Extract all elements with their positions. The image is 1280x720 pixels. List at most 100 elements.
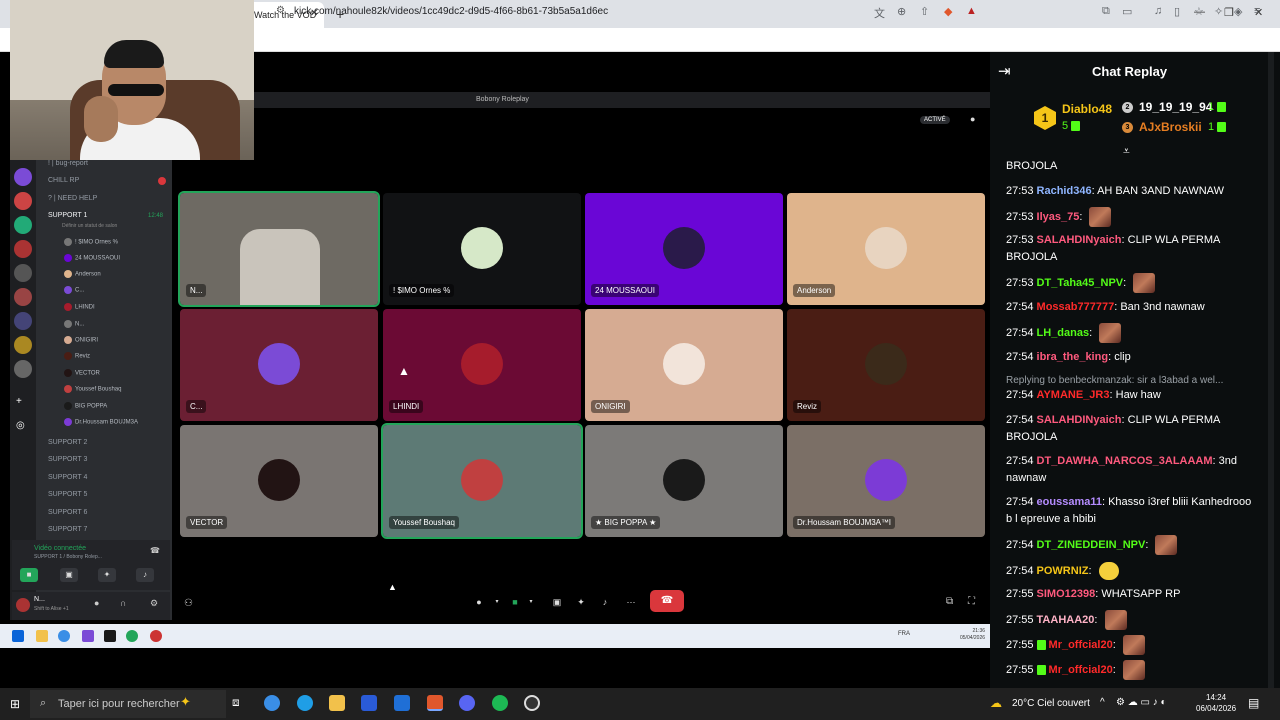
vpn-icon[interactable]: ◈ — [1234, 5, 1242, 18]
obs-icon[interactable] — [524, 695, 540, 711]
windows-start-icon[interactable] — [12, 630, 24, 642]
popout-icon[interactable]: ⧉ — [946, 596, 953, 607]
channel-support-1[interactable]: SUPPORT 1 — [48, 212, 87, 219]
chat-username[interactable]: Mossab777777 — [1037, 301, 1115, 313]
server-icon[interactable] — [14, 264, 32, 282]
site-info-icon[interactable]: ⚙ — [276, 5, 285, 16]
channel-need-help[interactable]: ? | NEED HELP — [48, 195, 97, 202]
brave-icon[interactable] — [427, 695, 443, 711]
share-icon[interactable]: ⇧ — [920, 5, 929, 18]
server-icon[interactable] — [14, 168, 32, 186]
restore-icon[interactable]: ❐ — [1224, 6, 1234, 19]
video-tile[interactable]: 24 MOUSSAOUI — [585, 193, 783, 305]
chat-bubble-icon[interactable]: ● — [970, 114, 975, 124]
chat-username[interactable]: TAAHAA20 — [1037, 614, 1095, 626]
chat-username[interactable]: POWRNIZ — [1037, 565, 1089, 577]
activities-button[interactable]: ✦ — [98, 568, 116, 582]
spotify-icon[interactable] — [492, 695, 508, 711]
chat-username[interactable]: SIMO12398 — [1037, 588, 1096, 600]
fullscreen-icon[interactable]: ⛶ — [968, 596, 975, 607]
sidebar-icon[interactable]: ▯ — [1174, 5, 1180, 18]
edge-icon[interactable] — [297, 695, 313, 711]
server-icon[interactable] — [14, 360, 32, 378]
hang-up-button[interactable]: ☎ — [650, 590, 684, 612]
voice-member[interactable]: 24 MOUSSAOUI — [64, 254, 120, 262]
chevron-down-icon[interactable]: ▾ — [488, 594, 506, 610]
chrome-icon[interactable] — [58, 630, 70, 642]
task-view-icon[interactable]: ⧈ — [232, 695, 248, 711]
file-explorer-icon[interactable] — [329, 695, 345, 711]
video-tile[interactable]: Reviz — [787, 309, 985, 421]
chat-username[interactable]: SALAHDINyaich — [1037, 414, 1122, 426]
chat-username[interactable]: Mr_offcial20 — [1049, 664, 1113, 676]
chat-username[interactable]: LH_danas — [1037, 327, 1090, 339]
chat-username[interactable]: Rachid346 — [1037, 185, 1092, 197]
voice-member[interactable]: LHINDI — [64, 303, 95, 311]
voice-member[interactable]: Reviz — [64, 352, 90, 360]
channel-support-2[interactable]: SUPPORT 2 — [48, 439, 87, 446]
soundboard-button[interactable]: ♪ — [136, 568, 154, 582]
video-tile[interactable]: ONIGIRI — [585, 309, 783, 421]
voice-member[interactable]: BIG POPPA — [64, 402, 107, 410]
voice-member[interactable]: ONIGIRI — [64, 336, 98, 344]
mic-toggle-button[interactable]: ● — [470, 594, 488, 610]
video-tile[interactable]: VECTOR — [180, 425, 378, 537]
voice-member[interactable]: ! $IMO Ornes % — [64, 238, 118, 246]
chevron-up-icon[interactable]: ^ — [1100, 697, 1105, 708]
add-people-icon[interactable]: ⚇ — [184, 598, 193, 609]
address-bar[interactable]: kick.com/nahoule82k/videos/1cc49dc2-d9d5… — [294, 6, 608, 17]
video-tile[interactable]: ! $IMO Ornes % — [383, 193, 581, 305]
channel-status[interactable]: Définir un statut de salon — [62, 223, 117, 229]
camera-button[interactable]: ■ — [20, 568, 38, 582]
settings-icon[interactable]: ⚙ — [150, 598, 158, 609]
add-server-icon[interactable]: + — [16, 396, 22, 407]
chat-username[interactable]: DT_Taha45_NPV — [1037, 277, 1124, 289]
chat-username[interactable]: AYMANE_JR3 — [1037, 389, 1110, 401]
video-tile[interactable]: Youssef Boushaq — [381, 423, 583, 539]
ai-icon[interactable]: ✧ — [1214, 5, 1223, 18]
expand-leaderboard-icon[interactable]: ⩡ — [1123, 144, 1130, 159]
video-tile[interactable]: Dr.Houssam BOUJM3A™l — [787, 425, 985, 537]
extensions-icon[interactable]: ⧉ — [1102, 5, 1110, 18]
channel-bug-report[interactable]: ! | bug-report — [48, 160, 88, 167]
disconnect-icon[interactable]: ☎ — [150, 546, 160, 555]
screenshare-button[interactable]: ▣ — [548, 594, 566, 610]
reply-text[interactable]: Replying to benbeckmanzak: sir a l3abad … — [1006, 375, 1223, 386]
server-icon[interactable] — [14, 240, 32, 258]
chat-username[interactable]: Mr_offcial20 — [1049, 639, 1113, 651]
chat-username[interactable]: ibra_the_king — [1037, 351, 1109, 363]
wallet-icon[interactable]: ▭ — [1122, 5, 1132, 18]
system-clock[interactable]: 14:24 06/04/2026 — [1196, 692, 1236, 714]
weather-text[interactable]: 20°C Ciel couvert — [1012, 698, 1090, 709]
server-icon[interactable] — [14, 312, 32, 330]
more-options-icon[interactable]: ⋯ — [622, 594, 640, 610]
tray-icons[interactable]: ⚙ ☁ ▭ ♪ ◐ — [1116, 697, 1167, 708]
server-icon[interactable] — [14, 336, 32, 354]
voice-member[interactable]: C... — [64, 286, 84, 294]
server-icon[interactable] — [14, 288, 32, 306]
voice-member[interactable]: Youssef Boushaq — [64, 385, 121, 393]
app-icon[interactable] — [150, 630, 162, 642]
video-tile[interactable]: ★ BIG POPPA ★ — [585, 425, 783, 537]
voice-member[interactable]: N... — [64, 320, 84, 328]
video-tile[interactable]: Anderson — [787, 193, 985, 305]
chat-username[interactable]: eoussama11 — [1037, 496, 1102, 508]
screenshare-button[interactable]: ▣ — [60, 568, 78, 582]
app-icon[interactable] — [82, 630, 94, 642]
gifter-name[interactable]: AJxBroskii — [1139, 120, 1202, 134]
voice-channel-link[interactable]: SUPPORT 1 / Bobony Rolep... — [34, 554, 102, 560]
chat-scrollbar[interactable] — [1268, 52, 1274, 688]
discord-icon[interactable] — [459, 695, 475, 711]
outlook-icon[interactable] — [394, 695, 410, 711]
top-gifter-name[interactable]: Diablo48 — [1062, 102, 1112, 116]
collapse-chat-icon[interactable]: ⇥ — [998, 62, 1011, 80]
chat-username[interactable]: DT_DAWHA_NARCOS_3ALAAAM — [1037, 455, 1213, 467]
copilot-icon[interactable] — [264, 695, 280, 711]
notifications-icon[interactable]: ▤ — [1248, 696, 1259, 710]
activity-pill[interactable]: ACTIVÉ — [920, 116, 950, 124]
chat-username[interactable]: Ilyas_75 — [1037, 211, 1080, 223]
video-tile[interactable]: C... — [180, 309, 378, 421]
channel-support-6[interactable]: SUPPORT 6 — [48, 509, 87, 516]
channel-support-7[interactable]: SUPPORT 7 — [48, 526, 87, 533]
server-icon[interactable] — [14, 192, 32, 210]
